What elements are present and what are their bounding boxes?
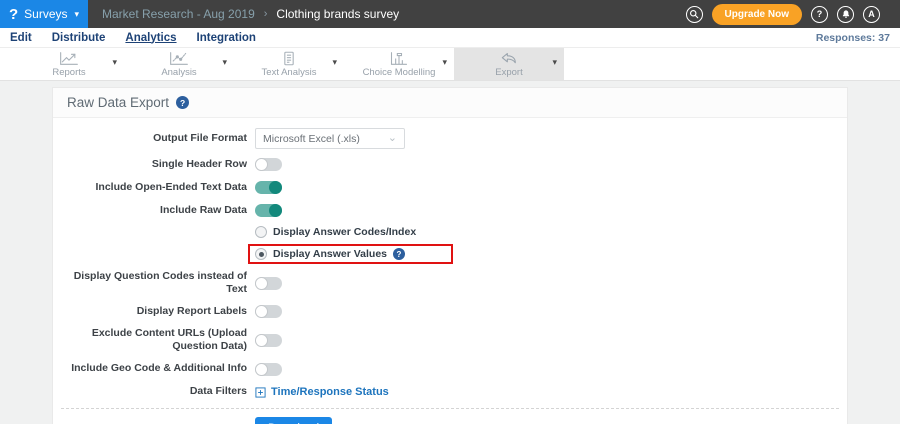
row-display-question-codes: Display Question Codes instead of Text [67, 270, 833, 296]
content-area: Raw Data Export ? Output File Format Mic… [0, 81, 900, 424]
field-label: Single Header Row [151, 157, 247, 170]
download-button[interactable]: Download [255, 416, 333, 424]
export-options-form: Output File Format Microsoft Excel (.xls… [53, 118, 847, 424]
display-report-labels-toggle[interactable] [255, 305, 282, 319]
notifications-bell-icon[interactable] [837, 5, 854, 23]
include-raw-data-toggle[interactable] [255, 204, 282, 217]
chevron-down-icon: ▾ [74, 8, 80, 19]
radio-label: Display Answer Codes/Index [273, 226, 417, 238]
toolbar-tab-label: Choice Modelling [362, 66, 436, 78]
field-label: Include Open-Ended Text Data [95, 180, 248, 193]
toggle-knob [269, 181, 282, 194]
help-icon[interactable]: ? [811, 5, 828, 23]
toolbar-tab-label: Export [495, 66, 523, 78]
plus-square-icon [255, 386, 266, 398]
include-geo-code-toggle[interactable] [255, 362, 282, 376]
row-data-filters: Data Filters Time/Response Status [67, 385, 833, 400]
toggle-knob [255, 276, 268, 290]
toolbar-tab-label: Analysis [161, 66, 197, 78]
panel-header: Raw Data Export ? [53, 88, 847, 118]
brand-label: Surveys [24, 7, 68, 21]
exclude-content-urls-toggle[interactable] [255, 333, 282, 347]
menu-item-integration[interactable]: Integration [197, 32, 256, 44]
questionpro-logo-icon: ? [9, 5, 19, 23]
output-file-format-select[interactable]: Microsoft Excel (.xls) ⌄ [255, 128, 405, 149]
survey-menu-bar: Edit Distribute Analytics Integration Re… [0, 28, 900, 48]
breadcrumb-current: Clothing brands survey [276, 7, 400, 21]
toolbar-tab-export[interactable]: Export ▾ [454, 48, 564, 80]
menu-item-edit[interactable]: Edit [10, 32, 32, 44]
raw-data-export-panel: Raw Data Export ? Output File Format Mic… [52, 87, 848, 424]
caret-down-icon[interactable]: ▾ [222, 57, 227, 68]
row-output-file-format: Output File Format Microsoft Excel (.xls… [67, 128, 833, 149]
radio-dot [258, 251, 264, 257]
field-label: Exclude Content URLs (Upload Question Da… [91, 327, 247, 353]
search-icon[interactable] [685, 5, 703, 23]
toolbar-tab-label: Text Analysis [261, 66, 317, 78]
caret-down-icon[interactable]: ▾ [332, 57, 337, 68]
caret-down-icon[interactable]: ▾ [442, 57, 447, 68]
include-open-ended-toggle[interactable] [255, 181, 282, 194]
panel-title: Raw Data Export [67, 95, 170, 110]
row-include-open-ended-text-data: Include Open-Ended Text Data [67, 180, 833, 195]
display-answer-values-radio[interactable] [255, 248, 267, 260]
toolbar-tab-choice-modelling[interactable]: Choice Modelling ▾ [344, 48, 454, 80]
field-label: Display Report Labels [136, 305, 247, 318]
dashed-divider [61, 407, 839, 409]
radio-label: Display Answer Values [273, 248, 387, 260]
toggle-knob [255, 158, 268, 171]
surveys-brand-menu[interactable]: ? Surveys ▾ [0, 0, 88, 28]
chevron-down-icon: ⌄ [387, 131, 397, 144]
link-label: Time/Response Status [271, 386, 389, 398]
toolbar-tab-analysis[interactable]: Analysis ▾ [124, 48, 234, 80]
menu-item-analytics[interactable]: Analytics [125, 32, 176, 44]
field-label: Include Raw Data [160, 203, 247, 216]
row-include-raw-data: Include Raw Data [67, 203, 833, 218]
analytics-toolbar: Reports ▾ Analysis ▾ Text Analysis ▾ Cho… [0, 48, 900, 81]
breadcrumb-separator: › [263, 8, 268, 20]
field-label: Include Geo Code & Additional Info [71, 362, 247, 375]
field-label: Output File Format [153, 131, 247, 144]
trend-analysis-icon [169, 51, 189, 66]
display-answer-values-help-icon[interactable]: ? [393, 248, 405, 260]
raw-data-export-help-icon[interactable]: ? [176, 96, 190, 109]
topbar-actions: Upgrade Now ? A [685, 3, 900, 25]
upgrade-now-button[interactable]: Upgrade Now [711, 3, 802, 25]
toggle-knob [255, 305, 268, 319]
breadcrumb: Market Research - Aug 2019 › Clothing br… [102, 7, 686, 21]
top-bar: ? Surveys ▾ Market Research - Aug 2019 ›… [0, 0, 900, 28]
line-chart-icon [59, 51, 79, 66]
row-display-report-labels: Display Report Labels [67, 304, 833, 319]
highlight-annotation-box: Display Answer Values ? [248, 244, 453, 264]
export-arrow-icon [499, 51, 519, 66]
toggle-knob [269, 204, 282, 217]
menu-item-distribute[interactable]: Distribute [52, 32, 106, 44]
account-avatar[interactable]: A [863, 5, 880, 23]
display-answer-codes-radio[interactable] [255, 226, 267, 238]
row-include-geo-code: Include Geo Code & Additional Info [67, 362, 833, 377]
toggle-knob [255, 362, 268, 376]
radio-row-display-answer-codes: Display Answer Codes/Index [255, 226, 833, 238]
display-question-codes-toggle[interactable] [255, 276, 282, 290]
caret-down-icon[interactable]: ▾ [552, 57, 557, 68]
toolbar-tab-label: Reports [52, 66, 86, 78]
row-exclude-content-urls: Exclude Content URLs (Upload Question Da… [67, 327, 833, 353]
toolbar-tab-reports[interactable]: Reports ▾ [14, 48, 124, 80]
row-single-header-row: Single Header Row [67, 157, 833, 172]
document-text-icon [279, 51, 299, 66]
single-header-row-toggle[interactable] [255, 158, 282, 171]
selected-option: Microsoft Excel (.xls) [263, 132, 360, 145]
field-label: Data Filters [189, 385, 247, 398]
radio-dot [259, 230, 264, 235]
caret-down-icon[interactable]: ▾ [112, 57, 117, 68]
field-label: Display Question Codes instead of Text [73, 270, 247, 296]
bar-chart-icon [389, 51, 409, 66]
responses-count: Responses: 37 [815, 31, 890, 44]
radio-row-display-answer-values: Display Answer Values ? [248, 244, 833, 264]
toolbar-tab-text-analysis[interactable]: Text Analysis ▾ [234, 48, 344, 80]
breadcrumb-parent-link[interactable]: Market Research - Aug 2019 [102, 7, 255, 21]
toggle-knob [255, 333, 268, 347]
time-response-status-link[interactable]: Time/Response Status [255, 386, 389, 398]
